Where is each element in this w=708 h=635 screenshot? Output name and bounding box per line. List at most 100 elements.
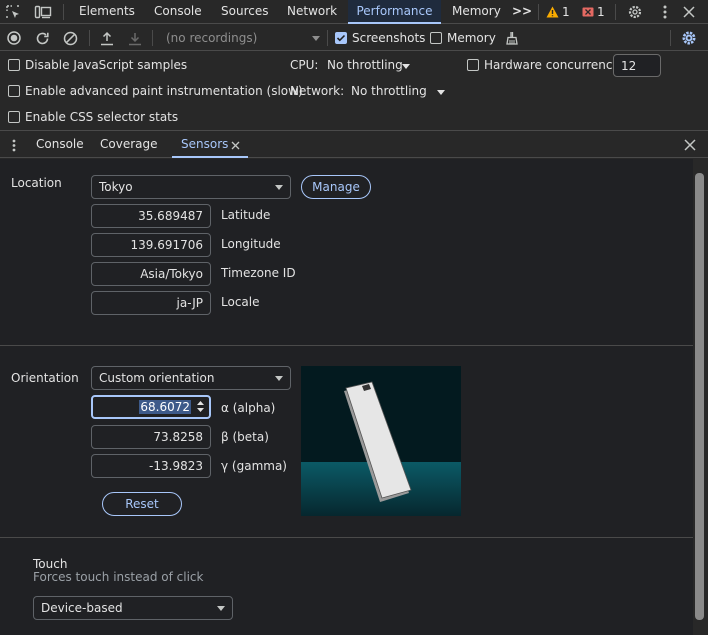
network-throttling-select[interactable]: No throttling <box>349 81 449 101</box>
alpha-label: α (alpha) <box>221 401 276 415</box>
recordings-select-value: (no recordings) <box>166 31 258 45</box>
drawer-tab-sensors-label: Sensors <box>181 137 229 151</box>
manage-locations-button[interactable]: Manage <box>301 175 371 199</box>
recordings-select[interactable]: (no recordings) <box>158 28 322 48</box>
chevron-down-icon <box>312 36 320 41</box>
checkmark-icon <box>336 34 346 42</box>
gamma-input[interactable]: -13.9823 <box>91 454 211 478</box>
close-devtools-icon[interactable] <box>679 2 699 22</box>
close-sensors-tab-icon[interactable] <box>230 140 240 150</box>
spinner-icon[interactable] <box>196 400 205 413</box>
record-icon <box>7 31 21 45</box>
reload-record-button[interactable] <box>33 29 51 47</box>
settings-gear-icon[interactable] <box>625 2 645 22</box>
alpha-input[interactable]: 68.6072 <box>91 395 211 419</box>
alpha-value: 68.6072 <box>139 400 191 414</box>
section-divider <box>0 345 693 346</box>
warnings-count: 1 <box>562 5 570 19</box>
touch-select-value: Device-based <box>41 601 123 615</box>
tab-elements[interactable]: Elements <box>79 0 135 24</box>
record-button[interactable] <box>5 29 23 47</box>
drawer-tab-coverage[interactable]: Coverage <box>100 132 158 158</box>
location-label: Location <box>11 176 62 190</box>
memory-label: Memory <box>447 31 496 45</box>
chevron-down-icon <box>402 64 410 69</box>
screenshots-label: Screenshots <box>352 31 426 45</box>
performance-toolbar: (no recordings) Screenshots Memory <box>0 25 708 51</box>
warning-icon <box>546 6 559 18</box>
chevron-down-icon <box>437 90 445 95</box>
memory-checkbox[interactable] <box>430 32 442 44</box>
chevron-down-icon <box>217 606 225 611</box>
close-drawer-icon[interactable] <box>680 136 700 154</box>
touch-title: Touch <box>33 557 68 571</box>
errors-count: 1 <box>597 5 605 19</box>
clear-button[interactable] <box>61 29 79 47</box>
longitude-input[interactable]: 139.691706 <box>91 233 211 257</box>
locale-label: Locale <box>221 295 260 309</box>
more-options-icon[interactable] <box>655 2 675 22</box>
save-profile-button[interactable] <box>126 29 144 47</box>
advanced-paint-label: Enable advanced paint instrumentation (s… <box>25 84 303 98</box>
disable-js-samples-label: Disable JavaScript samples <box>25 58 188 72</box>
orientation-select[interactable]: Custom orientation <box>91 366 291 390</box>
screenshots-checkbox[interactable] <box>335 32 347 44</box>
sensors-panel: Location Tokyo Manage 35.689487 Latitude… <box>0 159 693 635</box>
upload-icon <box>101 31 113 45</box>
broom-icon <box>506 32 518 45</box>
inspect-element-icon[interactable] <box>3 2 23 22</box>
hardware-concurrency-checkbox[interactable] <box>467 59 479 71</box>
device-toolbar-icon[interactable] <box>33 2 53 22</box>
chevron-down-icon <box>275 376 283 381</box>
location-select[interactable]: Tokyo <box>91 175 291 199</box>
orientation-preview[interactable] <box>301 366 461 516</box>
clear-icon <box>63 31 77 45</box>
touch-description: Forces touch instead of click <box>33 570 204 584</box>
main-tab-bar: Elements Console Sources Network Perform… <box>0 0 708 24</box>
drawer-tab-bar: Console Coverage Sensors <box>0 132 708 158</box>
capture-settings-button[interactable] <box>679 28 699 48</box>
section-divider <box>0 537 693 538</box>
timezone-label: Timezone ID <box>221 266 296 280</box>
network-throttling-value: No throttling <box>351 84 427 98</box>
latitude-label: Latitude <box>221 208 271 222</box>
location-select-value: Tokyo <box>99 180 133 194</box>
tab-memory[interactable]: Memory <box>452 0 501 24</box>
advanced-paint-checkbox[interactable] <box>8 85 20 97</box>
latitude-input[interactable]: 35.689487 <box>91 204 211 228</box>
reload-icon <box>36 32 49 44</box>
touch-select[interactable]: Device-based <box>33 596 233 620</box>
orientation-select-value: Custom orientation <box>99 371 215 385</box>
errors-counter[interactable]: 1 <box>582 4 610 20</box>
tab-console[interactable]: Console <box>154 0 202 24</box>
cpu-throttling-select[interactable]: No throttling <box>325 55 425 75</box>
gamma-label: γ (gamma) <box>221 459 287 473</box>
tab-sources[interactable]: Sources <box>221 0 268 24</box>
capture-settings-panel: Disable JavaScript samples Enable advanc… <box>0 52 708 131</box>
beta-label: β (beta) <box>221 430 269 444</box>
tab-performance[interactable]: Performance <box>348 0 441 24</box>
hardware-concurrency-input[interactable]: 12 <box>613 54 661 77</box>
load-profile-button[interactable] <box>98 29 116 47</box>
css-selector-stats-checkbox[interactable] <box>8 111 20 123</box>
more-tabs-button[interactable]: >> <box>512 0 532 24</box>
disable-js-samples-checkbox[interactable] <box>8 59 20 71</box>
reset-orientation-button[interactable]: Reset <box>102 492 182 516</box>
orientation-label: Orientation <box>11 371 79 385</box>
garbage-collect-button[interactable] <box>503 29 521 47</box>
download-icon <box>129 32 141 45</box>
css-selector-stats-label: Enable CSS selector stats <box>25 110 179 124</box>
warnings-counter[interactable]: 1 <box>546 4 574 20</box>
sensors-scrollbar-thumb[interactable] <box>695 173 704 620</box>
network-label: Network: <box>290 84 345 98</box>
beta-input[interactable]: 73.8258 <box>91 425 211 449</box>
cpu-label: CPU: <box>290 58 319 72</box>
timezone-input[interactable]: Asia/Tokyo <box>91 262 211 286</box>
locale-input[interactable]: ja-JP <box>91 291 211 315</box>
gear-icon <box>682 31 696 45</box>
longitude-label: Longitude <box>221 237 281 251</box>
drawer-more-icon[interactable] <box>6 136 22 154</box>
tab-network[interactable]: Network <box>287 0 337 24</box>
chevron-down-icon <box>275 185 283 190</box>
drawer-tab-console[interactable]: Console <box>36 132 84 158</box>
